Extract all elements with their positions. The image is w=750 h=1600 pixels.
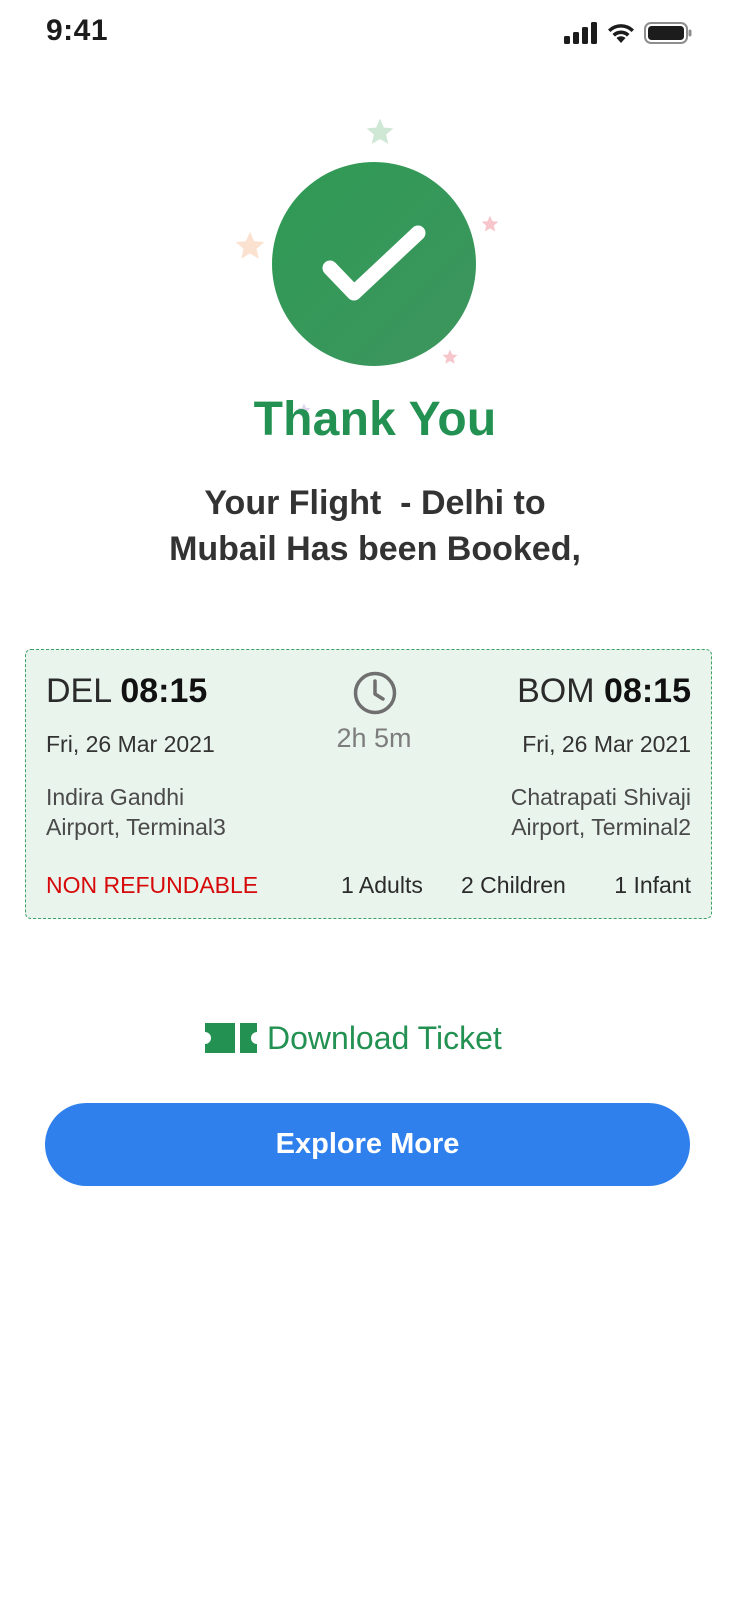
departure-code: DEL (46, 672, 111, 710)
battery-icon (644, 22, 692, 44)
star-decoration-icon (481, 215, 499, 232)
arrival-time: 08:15 (604, 672, 691, 710)
ticket-icon (205, 1023, 257, 1053)
flight-summary-card: DEL 08:15 BOM 08:15 2h 5m Fri, 26 Mar 20… (25, 649, 712, 919)
arrival-airport-line-2: Airport, Terminal2 (511, 814, 691, 840)
departure-date: Fri, 26 Mar 2021 (46, 731, 215, 757)
passenger-children: 2 Children (461, 872, 566, 898)
refund-status: NON REFUNDABLE (46, 872, 259, 898)
wifi-icon (608, 24, 634, 43)
status-time: 9:41 (46, 14, 109, 47)
arrival-airport-line-1: Chatrapati Shivaji (510, 784, 691, 810)
signal-icon (564, 22, 597, 44)
status-bar: 9:41 (0, 0, 750, 70)
arrival-code-time: BOM 08:15 (517, 672, 691, 711)
passenger-adults: 1 Adults (341, 872, 423, 898)
star-decoration-icon (235, 231, 265, 259)
departure-airport-line-1: Indira Gandhi (46, 784, 185, 810)
passenger-infants: 1 Infant (614, 872, 691, 898)
status-icons (564, 22, 692, 44)
arrival-date: Fri, 26 Mar 2021 (522, 731, 691, 757)
arrival-code: BOM (517, 672, 595, 710)
arrival-airport: Chatrapati Shivaji Airport, Terminal2 (511, 782, 691, 842)
booking-confirmation-message: Your Flight - Delhi to Mubail Has been B… (100, 480, 650, 572)
success-badge (272, 162, 476, 366)
check-icon (322, 225, 426, 301)
departure-airport: Indira Gandhi Airport, Terminal3 (46, 782, 226, 842)
success-illustration (0, 110, 750, 416)
clock-icon (353, 671, 397, 715)
thank-you-title: Thank You (253, 393, 497, 446)
departure-airport-line-2: Airport, Terminal3 (46, 814, 226, 840)
download-ticket-link[interactable]: Download Ticket (205, 1016, 502, 1060)
booking-message-line-1: Your Flight - Delhi to (204, 484, 546, 522)
booking-message-line-2: Mubail Has been Booked, (169, 530, 581, 568)
flight-duration: 2h 5m (336, 723, 412, 753)
explore-more-button[interactable]: Explore More (45, 1103, 690, 1186)
departure-time: 08:15 (120, 672, 208, 710)
download-ticket-label: Download Ticket (267, 1019, 502, 1056)
departure-code-time: DEL 08:15 (46, 672, 207, 711)
star-decoration-icon (366, 118, 394, 144)
